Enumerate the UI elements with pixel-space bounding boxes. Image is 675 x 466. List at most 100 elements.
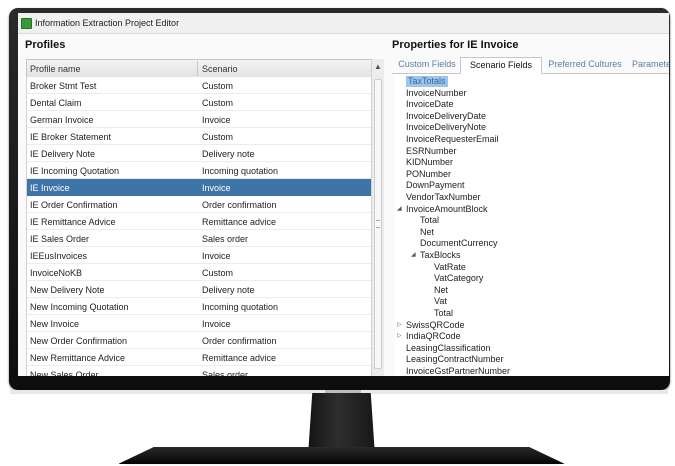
column-header-profile-name[interactable]: Profile name — [30, 64, 81, 74]
profile-name-cell: New Delivery Note — [30, 285, 105, 295]
table-row[interactable]: New Sales Order Sales order — [27, 366, 371, 376]
column-header-scenario[interactable]: Scenario — [202, 64, 238, 74]
app-icon — [21, 18, 32, 29]
table-row[interactable]: New Delivery Note Delivery note — [27, 281, 371, 298]
scenario-cell: Sales order — [202, 234, 249, 244]
table-row[interactable]: German Invoice Invoice — [27, 111, 371, 128]
scenario-cell: Incoming quotation — [202, 166, 279, 176]
tab-custom-fields[interactable]: Custom Fields — [397, 57, 457, 72]
table-row[interactable]: New Incoming Quotation Incoming quotation — [27, 298, 371, 315]
profile-name-cell: InvoiceNoKB — [30, 268, 83, 278]
table-row[interactable]: IE Delivery Note Delivery note — [27, 145, 371, 162]
properties-pane: Properties for IE Invoice Custom Fields … — [392, 35, 669, 376]
scroll-thumb[interactable] — [374, 79, 382, 369]
profile-name-cell: New Order Confirmation — [30, 336, 128, 346]
profile-name-cell: IE Remittance Advice — [30, 217, 116, 227]
scroll-grip-icon — [376, 220, 380, 228]
table-row[interactable]: InvoiceNoKB Custom — [27, 264, 371, 281]
scenario-cell: Custom — [202, 132, 234, 142]
tree-node[interactable]: LeasingContractNumber — [406, 354, 504, 365]
scenario-cell: Remittance advice — [202, 217, 277, 227]
scenario-cell: Invoice — [202, 115, 231, 125]
tree-node[interactable]: InvoiceDate — [406, 99, 454, 110]
scenario-cell: Custom — [202, 268, 234, 278]
table-row[interactable]: Dental Claim Custom — [27, 94, 371, 111]
scenario-cell: Custom — [202, 81, 234, 91]
tab-parameters[interactable]: Paramete — [632, 57, 669, 72]
tree-node[interactable]: Total — [420, 215, 439, 226]
tree-expanded-icon[interactable]: ◢ — [397, 204, 402, 215]
profile-name-cell: New Invoice — [30, 319, 80, 329]
tree-node[interactable]: Net — [420, 227, 434, 238]
scenario-cell: Invoice — [202, 183, 231, 193]
profile-name-cell: IE Order Confirmation — [30, 200, 118, 210]
column-separator[interactable] — [197, 61, 198, 76]
tree-node[interactable]: PONumber — [406, 169, 451, 180]
scenario-cell: Delivery note — [202, 149, 255, 159]
profile-name-cell: New Sales Order — [30, 370, 99, 376]
tree-node[interactable]: IndiaQRCode — [406, 331, 461, 342]
table-row[interactable]: IE Invoice Invoice — [27, 179, 371, 196]
app-window: Information Extraction Project Editor Pr… — [18, 13, 669, 376]
scenario-cell: Order confirmation — [202, 336, 277, 346]
window-titlebar: Information Extraction Project Editor — [18, 13, 669, 34]
scenario-cell: Custom — [202, 98, 234, 108]
tree-node[interactable]: Total — [434, 308, 453, 319]
tree-node[interactable]: ESRNumber — [406, 146, 457, 157]
scenario-cell: Remittance advice — [202, 353, 277, 363]
profiles-scrollbar[interactable]: ▲ — [371, 59, 384, 376]
profile-name-cell: IEEusInvoices — [30, 251, 88, 261]
properties-title: Properties for IE Invoice — [392, 39, 519, 51]
profile-name-cell: Dental Claim — [30, 98, 82, 108]
table-row[interactable]: IE Broker Statement Custom — [27, 128, 371, 145]
tree-node[interactable]: KIDNumber — [406, 157, 453, 168]
stand-reflection — [125, 460, 558, 466]
profile-name-cell: New Incoming Quotation — [30, 302, 129, 312]
tree-node[interactable]: VendorTaxNumber — [406, 192, 481, 203]
table-row[interactable]: IEEusInvoices Invoice — [27, 247, 371, 264]
profile-name-cell: IE Invoice — [30, 183, 70, 193]
table-row[interactable]: IE Order Confirmation Order confirmation — [27, 196, 371, 213]
tree-node[interactable]: SwissQRCode — [406, 320, 465, 331]
tree-node[interactable]: LeasingClassification — [406, 343, 491, 354]
tree-node[interactable]: InvoiceRequesterEmail — [406, 134, 499, 145]
scroll-up-arrow-icon[interactable]: ▲ — [372, 61, 384, 73]
profiles-grid-header: Profile name Scenario — [26, 59, 372, 78]
tree-node[interactable]: InvoiceNumber — [406, 88, 467, 99]
tree-node[interactable]: Vat — [434, 296, 447, 307]
table-row[interactable]: New Remittance Advice Remittance advice — [27, 349, 371, 366]
tree-node[interactable]: VatCategory — [434, 273, 483, 284]
stand-neck-shadow — [325, 390, 361, 393]
scenario-cell: Sales order — [202, 370, 249, 376]
tree-expanded-icon[interactable]: ◢ — [411, 250, 416, 261]
tab-scenario-fields[interactable]: Scenario Fields — [460, 57, 542, 74]
tree-node[interactable]: TaxTotals — [406, 76, 448, 87]
tab-preferred-cultures[interactable]: Preferred Cultures — [544, 57, 626, 72]
tree-node[interactable]: InvoiceDeliveryNote — [406, 122, 486, 133]
profile-name-cell: IE Incoming Quotation — [30, 166, 120, 176]
tree-node[interactable]: Net — [434, 285, 448, 296]
tree-node[interactable]: TaxBlocks — [420, 250, 461, 261]
scenario-cell: Incoming quotation — [202, 302, 279, 312]
tree-node[interactable]: VatRate — [434, 262, 466, 273]
profiles-title: Profiles — [25, 39, 66, 51]
tree-node[interactable]: InvoiceGstPartnerNumber — [406, 366, 510, 376]
tree-node[interactable]: InvoiceAmountBlock — [406, 204, 488, 215]
scenario-fields-tree: TaxTotals InvoiceNumber InvoiceDate Invoice… — [395, 74, 669, 376]
tree-node[interactable]: DocumentCurrency — [420, 238, 498, 249]
scenario-cell: Invoice — [202, 319, 231, 329]
tree-collapsed-icon[interactable]: ▷ — [397, 331, 402, 342]
profile-name-cell: IE Broker Statement — [30, 132, 112, 142]
table-row[interactable]: New Invoice Invoice — [27, 315, 371, 332]
window-title: Information Extraction Project Editor — [35, 18, 180, 28]
profile-name-cell: German Invoice — [30, 115, 94, 125]
tree-node[interactable]: DownPayment — [406, 180, 465, 191]
table-row[interactable]: New Order Confirmation Order confirmation — [27, 332, 371, 349]
tree-node[interactable]: InvoiceDeliveryDate — [406, 111, 486, 122]
table-row[interactable]: IE Sales Order Sales order — [27, 230, 371, 247]
table-row[interactable]: IE Remittance Advice Remittance advice — [27, 213, 371, 230]
table-row[interactable]: IE Incoming Quotation Incoming quotation — [27, 162, 371, 179]
tree-collapsed-icon[interactable]: ▷ — [397, 320, 402, 331]
table-row[interactable]: Broker Stmt Test Custom — [27, 77, 371, 94]
profile-name-cell: IE Sales Order — [30, 234, 90, 244]
